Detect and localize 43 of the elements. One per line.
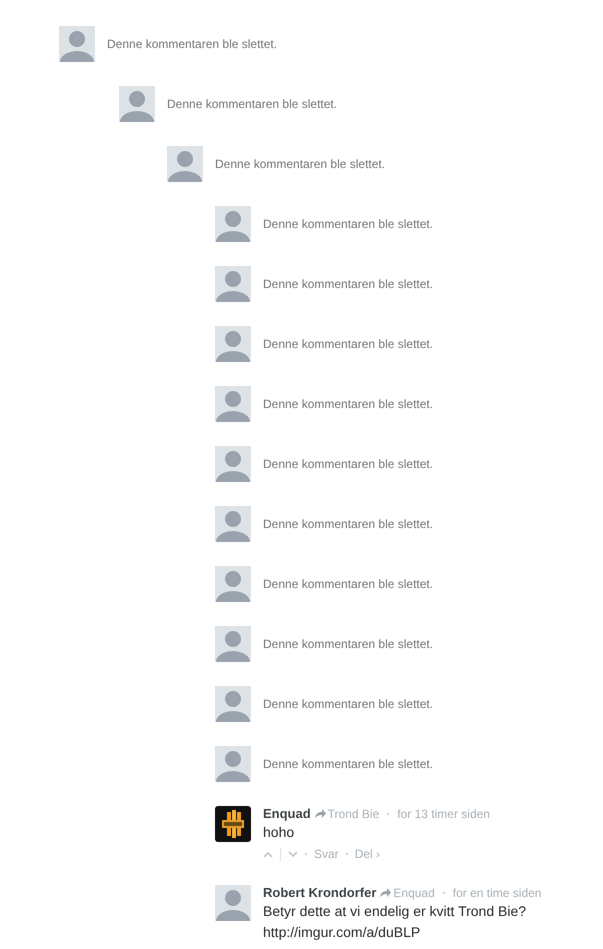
avatar-icon[interactable] bbox=[215, 566, 251, 602]
reply-arrow-icon bbox=[380, 888, 392, 897]
reply-to-name[interactable]: Enquad bbox=[393, 884, 435, 902]
timestamp[interactable]: for 13 timer siden bbox=[397, 804, 490, 822]
avatar-icon[interactable] bbox=[215, 206, 251, 242]
reply-link[interactable]: Svar bbox=[314, 845, 339, 863]
avatar-icon[interactable] bbox=[59, 26, 95, 62]
author-name[interactable]: Enquad bbox=[263, 804, 311, 824]
avatar-icon[interactable] bbox=[215, 266, 251, 302]
upvote-icon[interactable] bbox=[263, 850, 273, 858]
deleted-notice: Denne kommentaren ble slettet. bbox=[167, 96, 338, 113]
deleted-notice: Denne kommentaren ble slettet. bbox=[263, 276, 434, 293]
avatar-icon[interactable] bbox=[215, 686, 251, 722]
downvote-icon[interactable] bbox=[288, 850, 298, 858]
avatar-icon[interactable] bbox=[215, 506, 251, 542]
avatar-logo-icon[interactable] bbox=[215, 806, 251, 842]
reply-to-name[interactable]: Trond Bie bbox=[328, 804, 380, 822]
reply-arrow-icon bbox=[314, 809, 326, 818]
deleted-notice: Denne kommentaren ble slettet. bbox=[263, 456, 434, 473]
avatar-icon[interactable] bbox=[215, 326, 251, 362]
deleted-notice: Denne kommentaren ble slettet. bbox=[263, 696, 434, 713]
avatar-icon[interactable] bbox=[215, 626, 251, 662]
deleted-notice: Denne kommentaren ble slettet. bbox=[263, 576, 434, 593]
avatar-icon[interactable] bbox=[215, 446, 251, 482]
comment-text: Betyr dette at vi endelig er kvitt Trond Bie? bbox=[263, 902, 528, 921]
avatar-icon[interactable] bbox=[167, 146, 203, 182]
avatar-icon[interactable] bbox=[119, 86, 155, 122]
author-name[interactable]: Robert Krondorfer bbox=[263, 882, 376, 902]
deleted-notice: Denne kommentaren ble slettet. bbox=[263, 396, 434, 413]
share-link[interactable]: Del › bbox=[354, 845, 380, 863]
avatar-icon[interactable] bbox=[215, 386, 251, 422]
comment-text: http://imgur.com/a/duBLP bbox=[263, 923, 422, 942]
deleted-notice: Denne kommentaren ble slettet. bbox=[107, 36, 278, 53]
deleted-notice: Denne kommentaren ble slettet. bbox=[263, 756, 434, 773]
timestamp[interactable]: for en time siden bbox=[452, 884, 542, 902]
comment-text: hoho bbox=[263, 823, 296, 842]
deleted-notice: Denne kommentaren ble slettet. bbox=[263, 636, 434, 653]
avatar-icon[interactable] bbox=[215, 885, 251, 921]
avatar-icon[interactable] bbox=[215, 746, 251, 782]
deleted-notice: Denne kommentaren ble slettet. bbox=[263, 216, 434, 233]
deleted-notice: Denne kommentaren ble slettet. bbox=[263, 516, 434, 533]
deleted-notice: Denne kommentaren ble slettet. bbox=[215, 156, 386, 173]
deleted-notice: Denne kommentaren ble slettet. bbox=[263, 336, 434, 353]
